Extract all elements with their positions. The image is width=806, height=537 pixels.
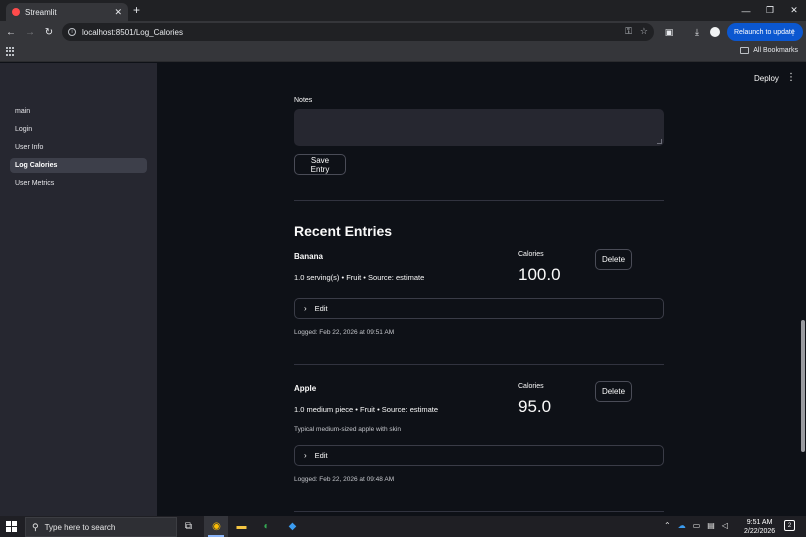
calories-label: Calories [518,251,544,258]
deploy-button[interactable]: Deploy [754,74,779,83]
omnibox-actions: ⚿ ☆ [625,26,648,37]
entry-note: Typical medium-sized apple with skin [294,426,401,433]
reload-icon[interactable]: ↻ [41,24,57,40]
logged-timestamp: Logged: Feb 22, 2026 at 09:48 AM [294,476,395,483]
profile-avatar[interactable] [710,27,720,37]
divider [294,200,664,201]
chevron-right-icon: › [304,304,307,313]
notes-label: Notes [294,97,313,104]
clock-date: 2/22/2026 [744,528,776,535]
recent-entries-heading: Recent Entries [294,223,393,239]
close-window-button[interactable]: ✕ [782,0,806,21]
vscode-icon[interactable]: ◆ [285,519,300,534]
chevron-up-icon[interactable]: ⌃ [664,521,671,530]
calories-value: 95.0 [518,397,552,416]
taskbar-search[interactable]: ⚲ Type here to search [25,517,177,537]
bookmark-star-icon[interactable]: ☆ [640,26,648,37]
restore-button[interactable]: ❐ [758,0,782,21]
folder-icon [740,47,750,54]
battery-icon[interactable]: ▭ [693,521,701,530]
volume-icon[interactable]: ◁ [722,521,728,530]
edge-icon[interactable]: ◐ [259,519,274,534]
address-bar[interactable]: i localhost:8501/Log_Calories ⚿ ☆ [62,23,654,41]
network-icon[interactable]: ▤ [707,521,715,530]
close-tab-icon[interactable]: ✕ [114,7,122,18]
notes-textarea[interactable] [294,109,664,146]
clock-time: 9:51 AM [746,519,773,526]
windows-taskbar: ⚲ Type here to search ⧉ ◉ ▬ ◐ ◆ ⌃ ☁ ▭ ▤ … [0,516,806,537]
main-menu-icon[interactable]: ⋮ [786,72,796,83]
chevron-right-icon: › [304,451,307,460]
browser-toolbar: ← → ↻ i localhost:8501/Log_Calories ⚿ ☆ … [0,21,806,43]
password-key-icon[interactable]: ⚿ [625,26,632,37]
new-tab-button[interactable]: + [133,3,140,17]
search-icon: ⚲ [32,521,39,532]
divider [294,364,664,365]
logged-timestamp: Logged: Feb 22, 2026 at 09:51 AM [294,329,395,336]
sidebar-item-user-info[interactable]: User Info [10,140,147,155]
sidebar-item-log-calories[interactable]: Log Calories [10,158,147,173]
all-bookmarks-button[interactable]: All Bookmarks [740,47,798,54]
delete-button[interactable]: Delete [595,381,632,402]
bookmarks-bar: All Bookmarks [0,43,806,62]
system-tray: ⌃ ☁ ▭ ▤ ◁ [664,521,728,530]
apps-grid-icon[interactable] [6,47,15,56]
notification-icon[interactable]: 2 [784,520,795,531]
resize-grip-icon[interactable] [657,139,662,144]
download-icon[interactable]: ⤓ [689,24,705,40]
side-panel-icon[interactable]: ▣ [661,24,677,40]
forward-arrow-icon[interactable]: → [22,24,38,40]
entry-details: 1.0 serving(s) • Fruit • Source: estimat… [294,273,425,282]
save-entry-button[interactable]: Save Entry [294,154,346,175]
sidebar-nav: main Login User Info Log Calories User M… [10,104,147,194]
chrome-menu-icon[interactable]: ⋮ [789,28,797,37]
tab-title: Streamlit [25,7,57,17]
sidebar-item-main[interactable]: main [10,104,147,119]
relaunch-button[interactable]: Relaunch to update ⋮ [727,23,803,41]
sidebar: main Login User Info Log Calories User M… [0,63,157,516]
site-info-icon[interactable]: i [68,28,76,36]
chrome-icon[interactable]: ◉ [209,519,224,534]
taskbar-search-placeholder: Type here to search [44,522,116,532]
calories-label: Calories [518,383,544,390]
onedrive-icon[interactable]: ☁ [678,521,686,530]
browser-tab[interactable]: Streamlit ✕ [6,3,128,21]
window-controls: — ❐ ✕ [734,0,806,21]
back-arrow-icon[interactable]: ← [3,24,19,40]
edit-expander[interactable]: › Edit [294,298,664,319]
edit-label: Edit [314,451,328,460]
entry-name: Apple [294,384,317,393]
minimize-button[interactable]: — [734,0,758,21]
windows-start-icon[interactable] [6,521,17,532]
calories-value: 100.0 [518,265,561,284]
browser-tab-bar: Streamlit ✕ + — ❐ ✕ [0,0,806,21]
delete-button[interactable]: Delete [595,249,632,270]
relaunch-label: Relaunch to update [734,28,795,36]
system-clock[interactable]: 9:51 AM 2/22/2026 [744,518,775,536]
all-bookmarks-label: All Bookmarks [753,47,798,54]
divider [294,511,664,512]
task-view-icon[interactable]: ⧉ [181,519,196,534]
file-explorer-icon[interactable]: ▬ [234,519,249,534]
streamlit-favicon-icon [12,8,20,16]
url-text: localhost:8501/Log_Calories [82,27,183,37]
edit-label: Edit [314,304,328,313]
scrollbar[interactable] [801,320,805,452]
sidebar-item-user-metrics[interactable]: User Metrics [10,176,147,191]
sidebar-item-login[interactable]: Login [10,122,147,137]
entry-details: 1.0 medium piece • Fruit • Source: estim… [294,405,439,414]
streamlit-app: main Login User Info Log Calories User M… [0,63,806,516]
entry-name: Banana [294,252,323,261]
edit-expander[interactable]: › Edit [294,445,664,466]
